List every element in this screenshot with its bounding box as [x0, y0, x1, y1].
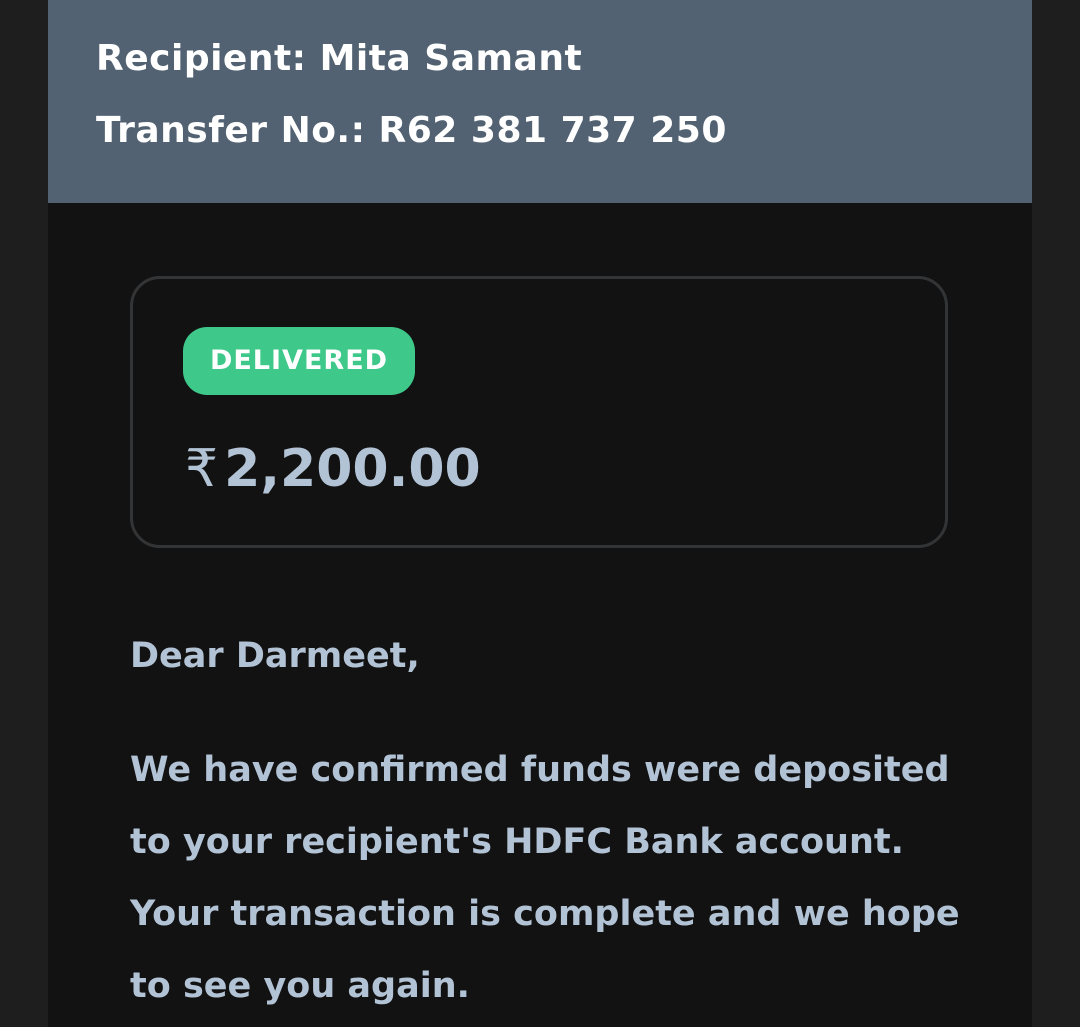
message-body: We have confirmed funds were deposited t…	[130, 750, 960, 1006]
transfer-amount: ₹2,200.00	[185, 439, 481, 499]
transfer-number: Transfer No.: R62 381 737 250	[96, 110, 727, 151]
transfer-header: Recipient: Mita Samant Transfer No.: R62…	[48, 0, 1032, 203]
greeting: Dear Darmeet,	[130, 636, 420, 676]
amount-value: 2,200.00	[224, 439, 481, 499]
status-badge: DELIVERED	[183, 327, 415, 395]
transfer-summary-card: DELIVERED ₹2,200.00	[130, 276, 948, 548]
rupee-icon: ₹	[185, 439, 219, 499]
email-panel: Recipient: Mita Samant Transfer No.: R62…	[48, 0, 1032, 1027]
recipient-name: Recipient: Mita Samant	[96, 38, 583, 79]
